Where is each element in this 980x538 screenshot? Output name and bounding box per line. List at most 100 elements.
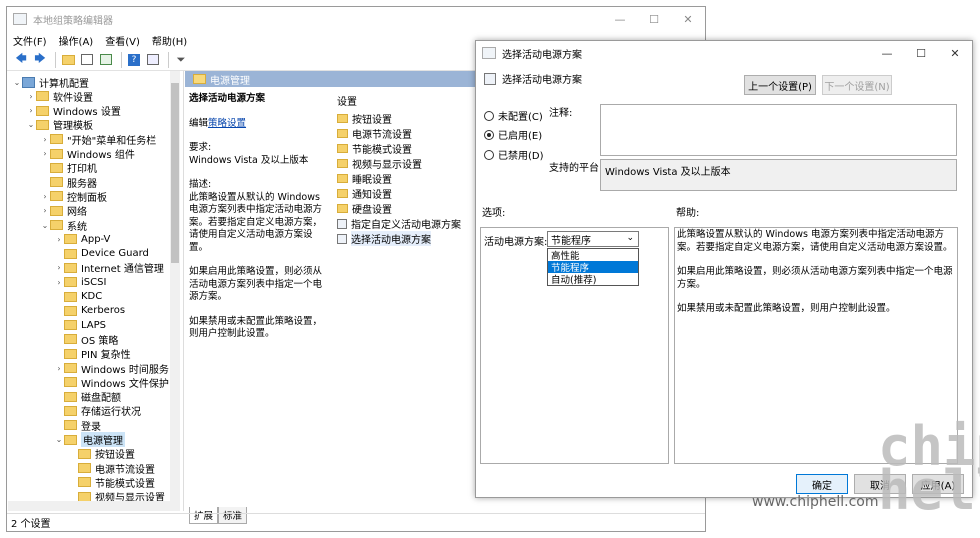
tree-item-label: Internet 通信管理 — [81, 264, 164, 276]
chevron-down-icon[interactable]: ⌄ — [626, 233, 634, 243]
chevron-right-icon[interactable]: › — [54, 263, 64, 272]
chevron-right-icon[interactable]: › — [26, 92, 36, 101]
chevron-right-icon[interactable]: › — [40, 192, 50, 201]
export-list-icon[interactable] — [98, 52, 114, 68]
help-icon[interactable]: ? — [126, 52, 142, 68]
chevron-down-icon[interactable]: ⌄ — [26, 120, 36, 129]
tree-item[interactable]: › Windows 组件 — [40, 147, 135, 161]
chevron-right-icon[interactable]: › — [40, 149, 50, 158]
previous-setting-button[interactable]: 上一个设置(P) — [744, 75, 816, 95]
tree-item[interactable]: 电源节流设置 — [68, 461, 155, 476]
chevron-right-icon[interactable]: › — [40, 206, 50, 215]
power-plan-dropdown[interactable]: 节能程序 ⌄ — [547, 231, 639, 247]
tree-item[interactable]: Device Guard — [54, 247, 149, 261]
tree-horizontal-scrollbar[interactable] — [8, 501, 180, 511]
requirement-value: Windows Vista 及以上版本 — [189, 154, 309, 166]
menu-view[interactable]: 查看(V) — [105, 33, 140, 48]
tree-item[interactable]: › 控制面板 — [40, 189, 107, 204]
tree-item[interactable]: › Windows 设置 — [26, 104, 121, 118]
chevron-right-icon[interactable]: › — [26, 106, 36, 115]
comment-textarea[interactable] — [600, 104, 957, 156]
tree-item[interactable]: 打印机 — [40, 161, 97, 175]
description-label: 描述: — [189, 179, 212, 190]
properties-icon[interactable] — [145, 52, 161, 68]
edit-policy-link[interactable]: 策略设置 — [208, 118, 246, 129]
tree-item[interactable]: 按钮设置 — [68, 447, 135, 461]
tree-item[interactable]: KDC — [54, 290, 102, 304]
tree-item[interactable]: Kerberos — [54, 304, 125, 318]
chevron-right-icon[interactable]: › — [54, 278, 64, 287]
menu-action[interactable]: 操作(A) — [59, 33, 94, 48]
next-setting-button[interactable]: 下一个设置(N) — [822, 75, 892, 95]
maximize-button[interactable]: ☐ — [637, 7, 671, 31]
tree-item[interactable]: 服务器 — [40, 175, 97, 190]
up-folder-icon[interactable] — [60, 52, 76, 68]
folder-icon — [36, 91, 49, 102]
toolbar-divider — [121, 51, 122, 68]
dialog-title-bar: 选择活动电源方案 — ☐ ✕ — [476, 41, 972, 65]
chevron-down-icon[interactable]: ⌄ — [40, 221, 50, 230]
radio-indicator[interactable] — [484, 149, 494, 160]
radio-indicator[interactable] — [484, 129, 494, 140]
tree-item[interactable]: 登录 — [54, 418, 101, 433]
pane-splitter[interactable] — [183, 71, 184, 511]
tree-item[interactable]: › 软件设置 — [26, 89, 93, 104]
chevron-right-icon[interactable]: › — [54, 364, 64, 373]
dropdown-option[interactable]: 自动(推荐) — [548, 273, 638, 286]
folder-icon — [337, 114, 348, 123]
menu-help[interactable]: 帮助(H) — [152, 33, 187, 48]
tree-item-label: Windows 组件 — [67, 150, 135, 161]
tree-item[interactable]: › "开始"菜单和任务栏 — [40, 132, 156, 147]
forward-arrow-icon[interactable]: 🡆 — [32, 52, 48, 68]
main-title-bar: 本地组策略编辑器 — ☐ ✕ — [7, 7, 705, 31]
minimize-button[interactable]: — — [603, 7, 637, 31]
radio-enabled[interactable]: 已启用(E) — [484, 127, 542, 142]
tree-item-label: 计算机配置 — [39, 78, 89, 90]
tree-item[interactable]: PIN 复杂性 — [54, 347, 131, 361]
tree-item[interactable]: LAPS — [54, 318, 106, 332]
close-button[interactable]: ✕ — [671, 7, 705, 31]
folder-icon — [337, 189, 348, 198]
tree-item-label: 电源管理 — [81, 432, 125, 447]
filter-icon[interactable]: ⏷ — [173, 52, 189, 68]
chevron-right-icon[interactable]: › — [54, 235, 64, 244]
chevron-down-icon[interactable]: ⌄ — [12, 78, 22, 87]
tree-item[interactable]: ⌄ 系统 — [40, 218, 87, 233]
folder-icon — [78, 448, 91, 459]
back-arrow-icon[interactable]: 🡄 — [13, 52, 29, 68]
tree-item[interactable]: › 网络 — [40, 204, 87, 218]
ok-button[interactable]: 确定 — [796, 474, 848, 494]
settings-item-label: 睡眠设置 — [352, 175, 392, 186]
tree-item[interactable]: 磁盘配额 — [54, 390, 121, 404]
radio-not-configured[interactable]: 未配置(C) — [484, 108, 543, 123]
show-hide-tree-icon[interactable] — [79, 52, 95, 68]
tree-item-label: KDC — [81, 291, 103, 302]
description-text-2: 如果启用此策略设置，则必须从活动电源方案列表中指定一个电源方案。 — [189, 266, 323, 302]
tree-item[interactable]: 存储运行状况 — [54, 404, 141, 418]
tree-item[interactable]: › Internet 通信管理 — [54, 261, 164, 275]
chevron-down-icon[interactable]: ⌄ — [54, 435, 64, 444]
dialog-close-button[interactable]: ✕ — [938, 41, 972, 65]
tree-item[interactable]: › iSCSI — [54, 275, 106, 289]
menu-file[interactable]: 文件(F) — [13, 33, 47, 48]
tree-item[interactable]: ⌄ 管理模板 — [26, 118, 93, 132]
tree-item[interactable]: 节能模式设置 — [68, 475, 155, 490]
tree-item[interactable]: Windows 文件保护 — [54, 375, 169, 390]
tree-item[interactable]: › Windows 时间服务 — [54, 361, 169, 376]
radio-disabled[interactable]: 已禁用(D) — [484, 147, 544, 162]
tree-item-label: Windows 设置 — [53, 107, 121, 119]
tree-item[interactable]: › App-V — [54, 232, 110, 246]
dialog-maximize-button[interactable]: ☐ — [904, 41, 938, 65]
tree-item[interactable]: ⌄ 计算机配置 — [12, 75, 89, 90]
folder-icon — [193, 74, 206, 84]
radio-indicator[interactable] — [484, 110, 494, 121]
scrollbar-thumb[interactable] — [171, 83, 179, 263]
folder-icon — [337, 204, 348, 213]
tree-item[interactable]: OS 策略 — [54, 332, 118, 347]
chevron-right-icon[interactable]: › — [40, 135, 50, 144]
tree-item[interactable]: ⌄ 电源管理 — [54, 432, 125, 447]
tree-item-label: Device Guard — [81, 248, 149, 260]
tree-pane: ⌄ 计算机配置 › 软件设置 › Windows 设置 ⌄ 管理模板 › "开始"菜单和任务栏 › W… — [8, 71, 180, 511]
tree-vertical-scrollbar[interactable] — [170, 71, 180, 511]
dialog-minimize-button[interactable]: — — [870, 41, 904, 65]
